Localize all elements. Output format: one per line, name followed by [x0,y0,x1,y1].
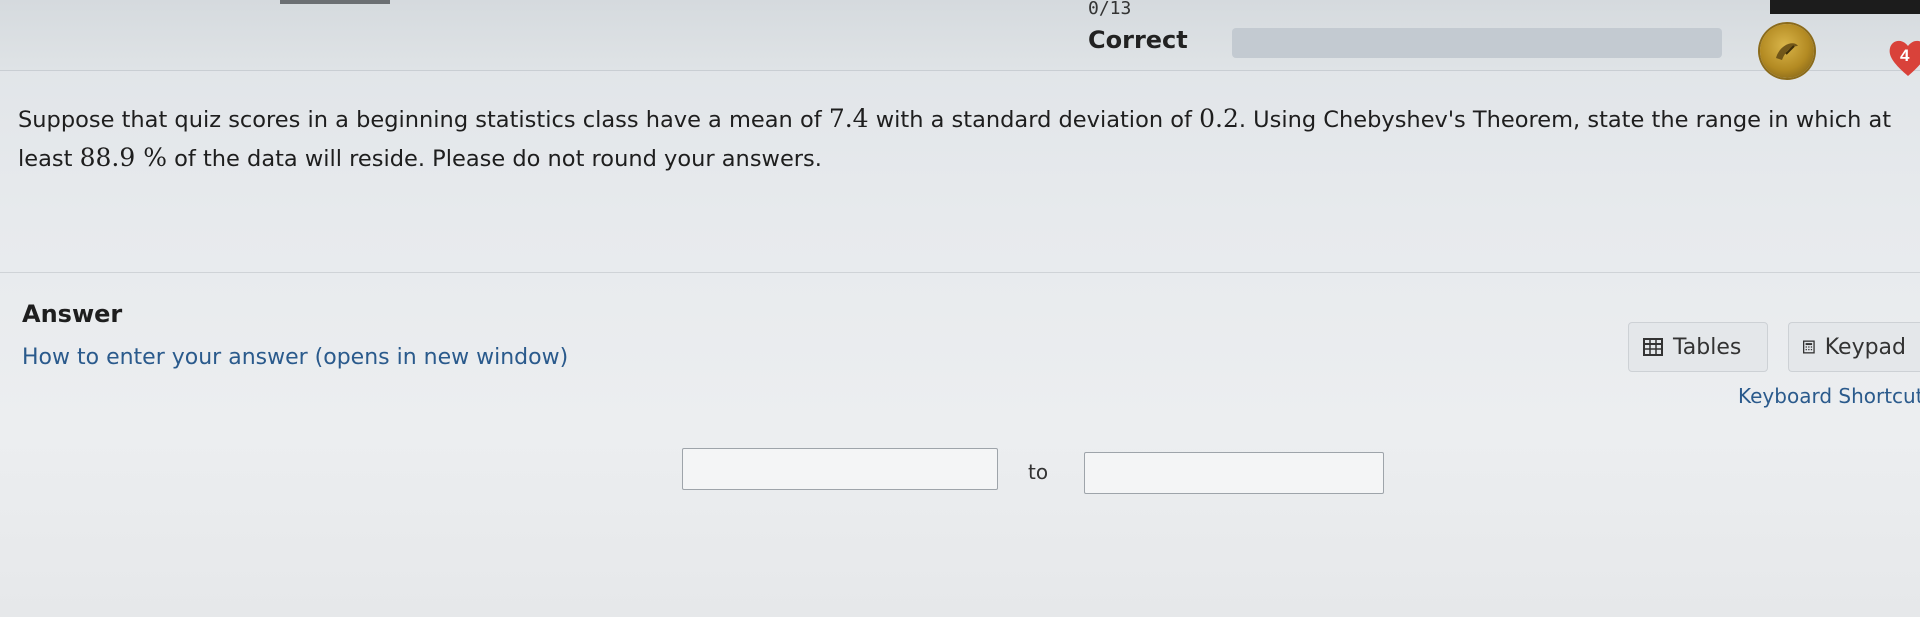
keypad-button[interactable]: Keypad [1788,322,1920,372]
medal-icon[interactable] [1760,24,1814,78]
header-decoration [280,0,390,4]
question-text: Suppose that quiz scores in a beginning … [18,100,1908,178]
percent-value: 88.9 % [79,143,167,172]
header-bar: 0/13 Correct 4 [0,0,1920,78]
table-icon [1643,338,1663,356]
mean-value: 7.4 [828,104,869,133]
tables-button[interactable]: Tables [1628,322,1768,372]
answer-heading: Answer [22,300,123,328]
sd-value: 0.2 [1199,104,1239,133]
question-part: Suppose that quiz scores in a beginning … [18,107,829,133]
progress-count: 0/13 [1088,0,1132,19]
tables-label: Tables [1673,334,1742,360]
section-divider [0,272,1920,273]
upper-bound-input[interactable] [1084,452,1384,494]
how-to-enter-link[interactable]: How to enter your answer (opens in new w… [22,345,568,370]
keyboard-shortcuts-link[interactable]: Keyboard Shortcuts [1738,384,1920,408]
screen-bezel [1770,0,1920,14]
calculator-icon [1803,340,1815,354]
lower-bound-input[interactable] [682,448,998,490]
lives-count: 4 [1900,46,1910,65]
progress-bar [1232,28,1722,58]
status-text: Correct [1088,26,1188,54]
page: 0/13 Correct 4 Suppose that quiz scores … [0,0,1920,617]
question-part: with a standard deviation of [868,107,1200,133]
question-part: of the data will reside. Please do not r… [166,146,822,172]
to-label: to [1028,460,1049,484]
keypad-label: Keypad [1824,334,1906,360]
